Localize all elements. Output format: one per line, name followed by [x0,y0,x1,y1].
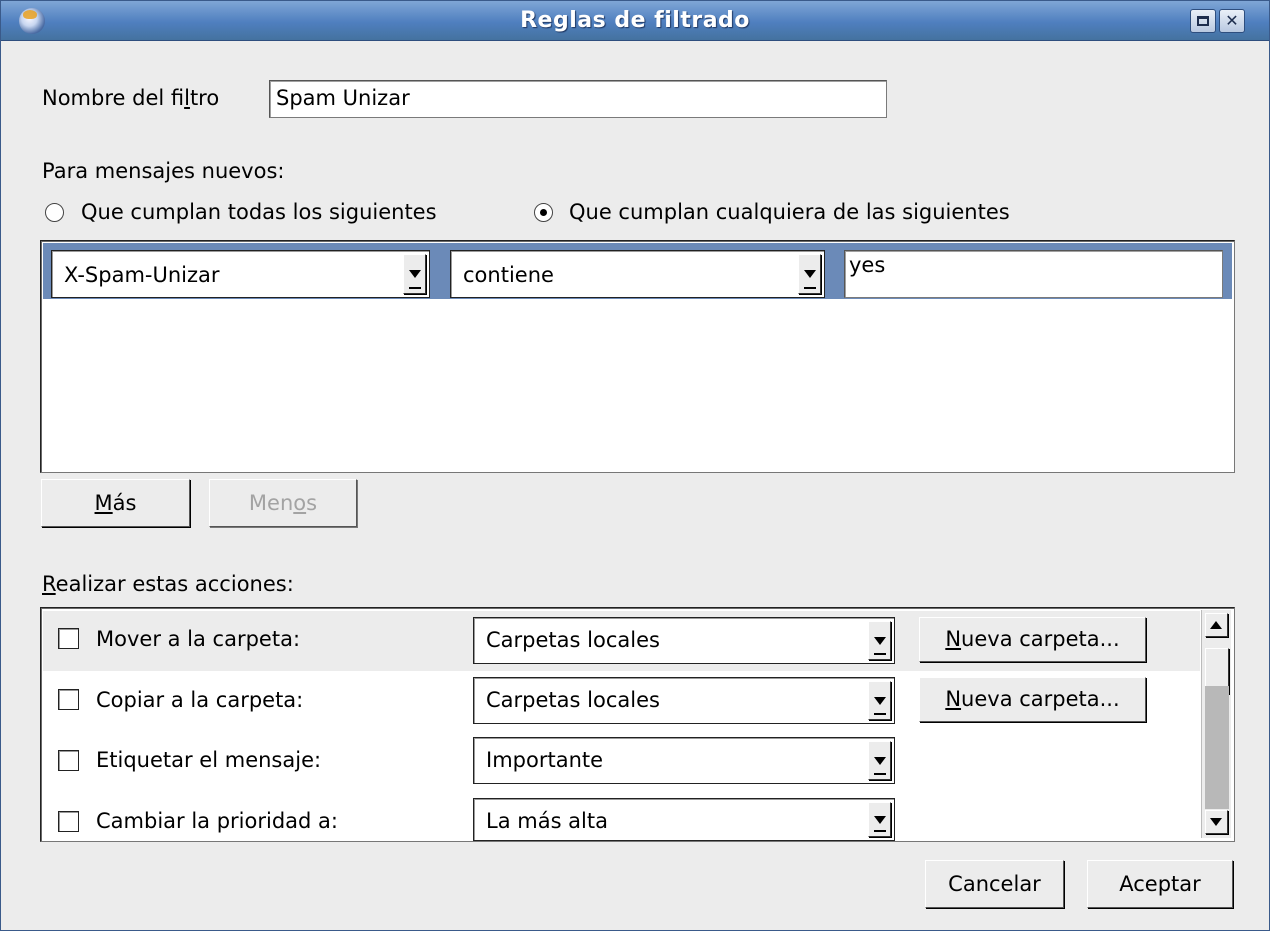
more-button[interactable]: Más [41,479,190,527]
title-bar[interactable]: Reglas de filtrado ✕ [1,1,1269,41]
scroll-up-arrow-icon[interactable] [1205,613,1228,637]
new-folder-button-move[interactable]: Nueva carpeta... [919,617,1146,662]
less-button[interactable]: Menos [209,479,357,527]
chevron-down-icon[interactable] [868,741,891,780]
match-any-label: Que cumplan cualquiera de las siguientes [569,200,1010,224]
maximize-icon [1197,16,1209,26]
copy-folder-value: Carpetas locales [486,688,660,712]
chevron-down-icon[interactable] [868,681,891,720]
tag-checkbox[interactable] [58,750,79,771]
match-all-radio[interactable] [45,203,64,222]
maximize-button[interactable] [1190,9,1216,33]
ok-button[interactable]: Aceptar [1087,860,1233,908]
actions-heading: Realizar estas acciones: [42,572,294,596]
move-folder-select[interactable]: Carpetas locales [473,617,895,664]
filter-name-label: Nombre del filtro [42,86,220,110]
rule-field-select[interactable]: X-Spam-Unizar [51,250,430,298]
rule-value-input[interactable]: yes [844,250,1223,298]
match-all-label: Que cumplan todas los siguientes [81,200,437,224]
copy-folder-select[interactable]: Carpetas locales [473,677,895,724]
new-messages-heading: Para mensajes nuevos: [42,159,285,183]
priority-select[interactable]: La más alta [473,798,895,841]
filter-rules-dialog: Reglas de filtrado ✕ Nombre del filtro S… [0,0,1270,931]
close-button[interactable]: ✕ [1219,9,1245,33]
action-label-move: Mover a la carpeta: [96,627,301,651]
chevron-down-icon[interactable] [868,802,891,837]
tag-select[interactable]: Importante [473,737,895,784]
filter-name-input[interactable]: Spam Unizar [269,80,887,118]
rule-operator-select[interactable]: contiene [450,250,825,298]
scroll-down-arrow-icon[interactable] [1205,810,1228,834]
actions-scrollbar[interactable] [1201,610,1231,838]
new-folder-button-copy[interactable]: Nueva carpeta... [919,677,1146,722]
rule-operator-value: contiene [463,263,554,287]
copy-checkbox[interactable] [58,689,79,710]
move-checkbox[interactable] [58,628,79,649]
window-title: Reglas de filtrado [520,8,750,33]
move-folder-value: Carpetas locales [486,628,660,652]
priority-checkbox[interactable] [58,811,79,832]
scroll-trough[interactable] [1205,686,1229,809]
chevron-down-icon[interactable] [403,254,426,294]
match-any-radio[interactable] [534,203,553,222]
action-label-priority: Cambiar la prioridad a: [96,809,338,833]
close-icon: ✕ [1225,11,1239,30]
chevron-down-icon[interactable] [868,621,891,660]
rule-field-value: X-Spam-Unizar [64,263,220,287]
tag-value: Importante [486,748,604,772]
action-label-tag: Etiquetar el mensaje: [96,748,322,772]
action-label-copy: Copiar a la carpeta: [96,688,304,712]
chevron-down-icon[interactable] [798,254,821,294]
cancel-button[interactable]: Cancelar [925,860,1064,908]
priority-value: La más alta [486,809,608,833]
